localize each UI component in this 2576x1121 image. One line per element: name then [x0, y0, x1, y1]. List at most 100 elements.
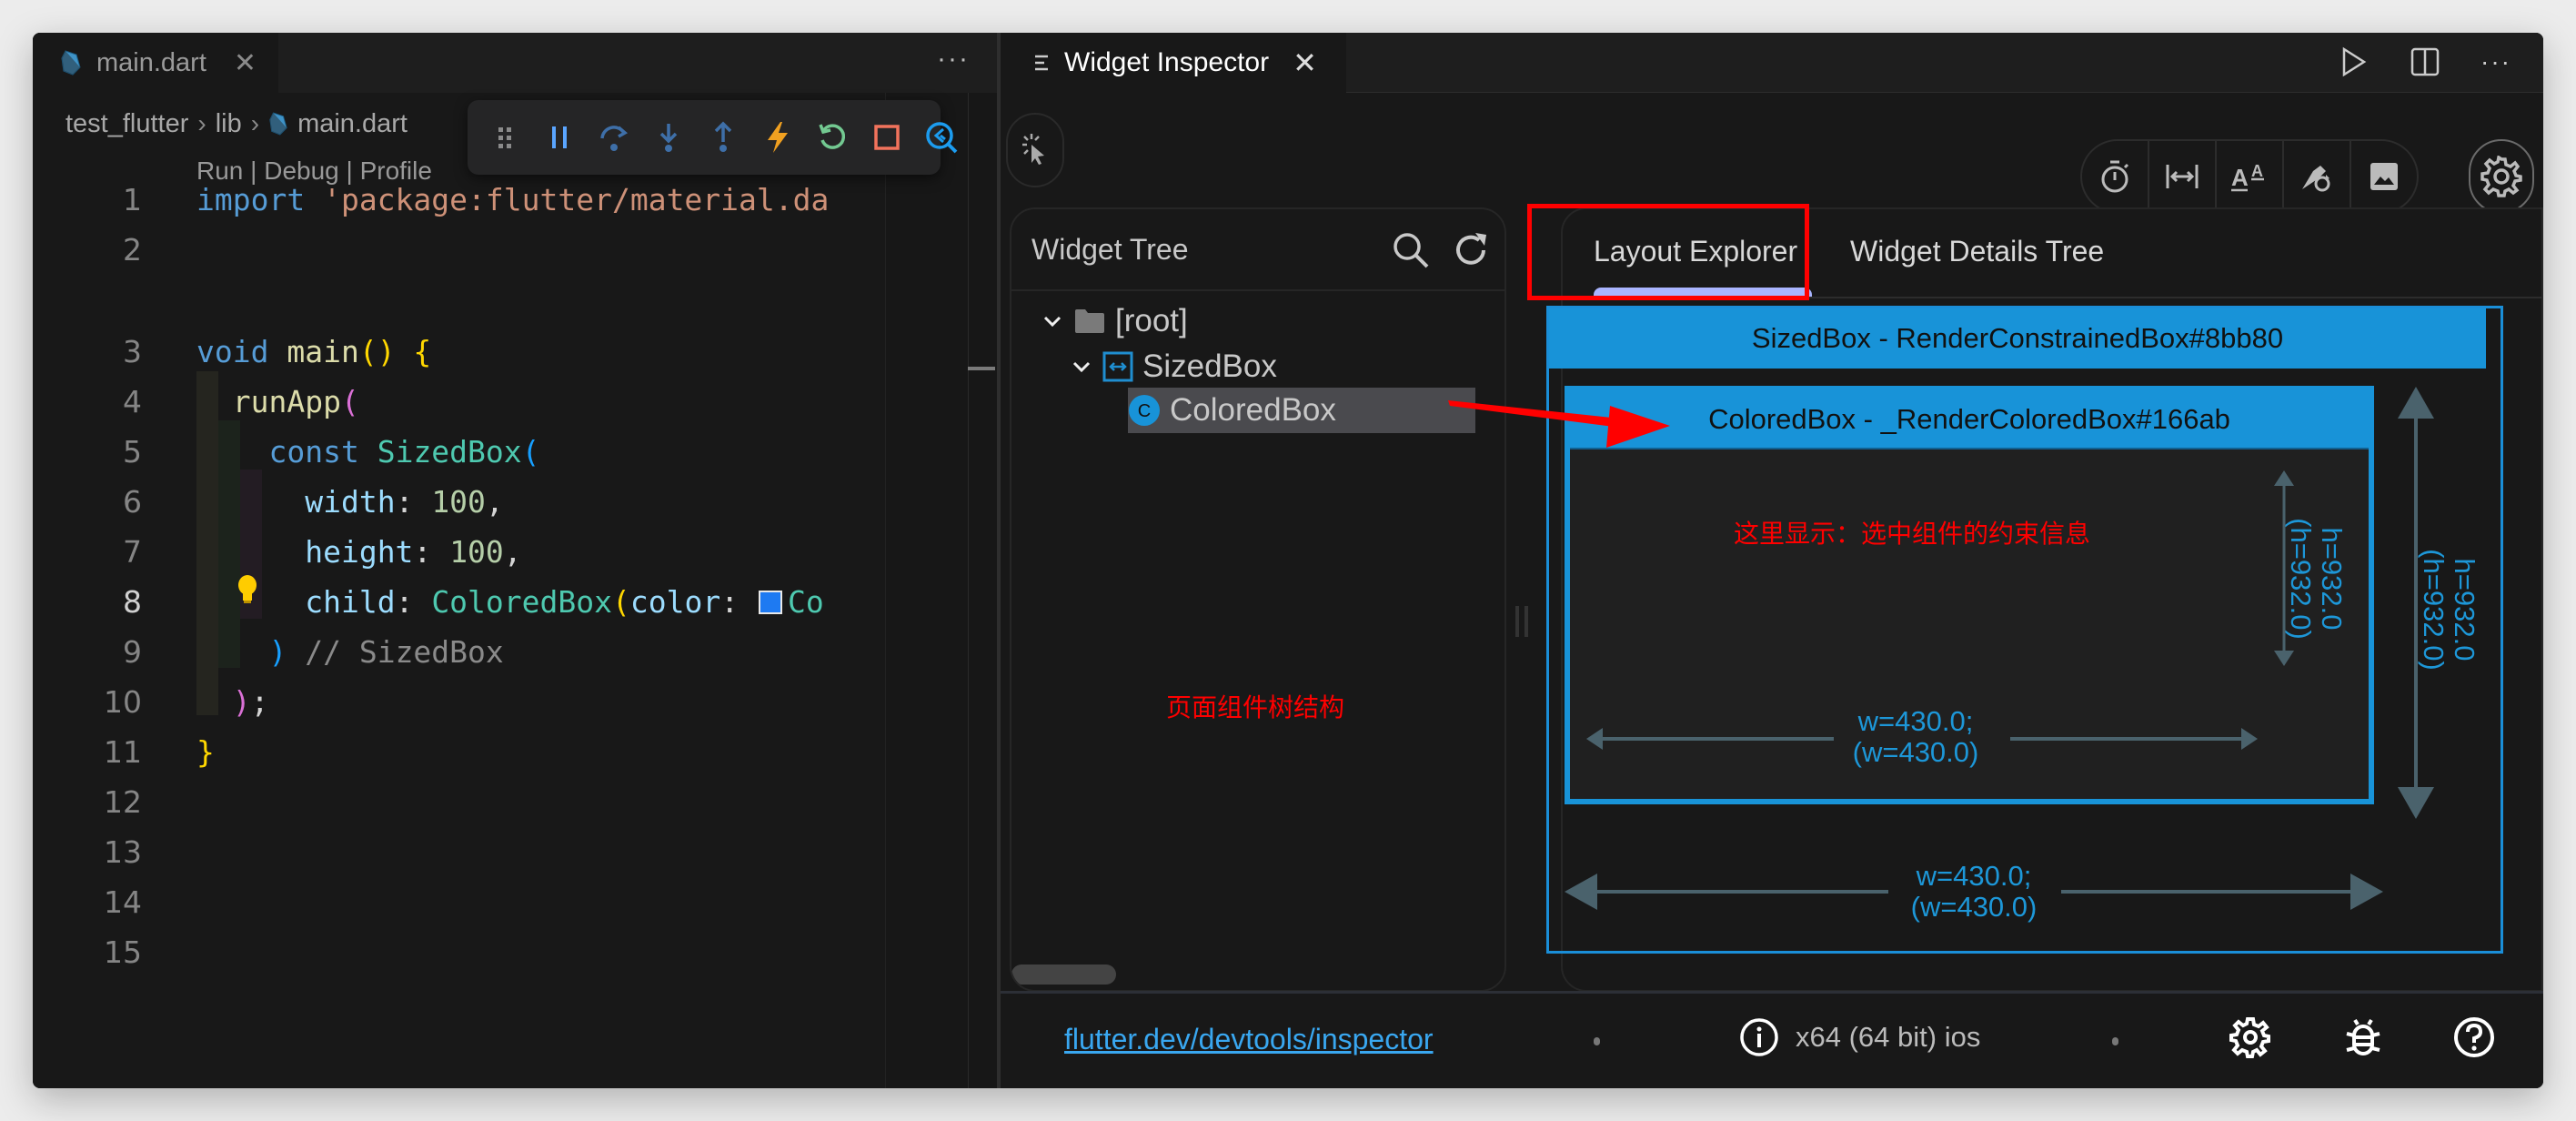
breadcrumb-project[interactable]: test_flutter [65, 109, 188, 139]
line-text: ); [232, 684, 269, 720]
tree-node-sizedbox[interactable]: SizedBox [1070, 344, 1277, 389]
refresh-icon[interactable] [1450, 229, 1492, 271]
line-text: runApp( [232, 384, 359, 419]
restart-icon[interactable] [815, 118, 850, 157]
more-icon[interactable]: ··· [2476, 42, 2516, 82]
info-icon [1740, 1018, 1778, 1056]
tree-node-label: [root] [1115, 303, 1188, 338]
code-line[interactable]: 14 [33, 877, 888, 927]
show-guidelines-icon [2166, 165, 2199, 188]
tree-node-coloredbox[interactable]: C ColoredBox [1128, 388, 1475, 433]
code-line[interactable]: 7 height: 100, [33, 527, 888, 577]
show-baselines-button[interactable]: AA [2217, 141, 2284, 212]
tab-widget-details-tree[interactable]: Widget Details Tree [1850, 235, 2104, 268]
tree-node-root[interactable]: [root] [1041, 298, 1188, 344]
sizedbox-width-label: w=430.0; (w=430.0) [1910, 860, 2038, 923]
line-number: 11 [104, 734, 142, 770]
hot-reload-icon[interactable] [760, 118, 795, 157]
line-number: 13 [104, 834, 142, 870]
code-line[interactable]: 3 void main() { [33, 327, 888, 377]
code-editor: main.dart ✕ ··· test_flutter › lib › mai… [33, 33, 997, 1088]
code-line[interactable]: 4 runApp( [33, 377, 888, 427]
tab-widget-inspector[interactable]: Widget Inspector ✕ [1001, 33, 1346, 93]
code-line[interactable]: 1 import 'package:flutter/material.da [33, 175, 888, 225]
code-line[interactable]: 8 child: ColoredBox(color: Co [33, 577, 888, 627]
chevron-down-icon[interactable] [1070, 355, 1093, 379]
code-line[interactable]: 5 const SizedBox( [33, 427, 888, 477]
show-baselines-icon: AA [2231, 162, 2264, 192]
line-number: 15 [104, 934, 142, 970]
code-line[interactable]: 10 ); [33, 677, 888, 727]
line-number: 3 [123, 334, 142, 369]
horizontal-scrollbar[interactable] [1011, 964, 1116, 985]
coloredbox-layout-label: ColoredBox - _RenderColoredBox#166ab [1570, 391, 2369, 449]
code-line[interactable]: 11} [33, 727, 888, 777]
settings-icon[interactable] [2229, 1015, 2272, 1059]
sizedbox-layout-label[interactable]: SizedBox - RenderConstrainedBox#8bb80 [1549, 308, 2486, 369]
more-actions-icon[interactable]: ··· [937, 44, 970, 75]
highlight-oversized-images-button[interactable] [2351, 141, 2417, 212]
step-into-icon[interactable] [651, 118, 686, 157]
chevron-down-icon[interactable] [1041, 309, 1064, 333]
codelens-run[interactable]: Run [196, 157, 243, 185]
step-over-icon[interactable] [597, 118, 631, 157]
slow-animations-button[interactable] [2082, 141, 2149, 212]
breadcrumb-folder[interactable]: lib [216, 109, 242, 139]
select-widget-icon [1022, 134, 1044, 165]
separator-dot [1594, 1037, 1600, 1045]
step-out-icon[interactable] [706, 118, 740, 157]
breadcrumb-file[interactable]: main.dart [297, 109, 408, 139]
bug-icon[interactable] [2341, 1015, 2385, 1059]
codelens-profile[interactable]: Profile [360, 157, 432, 185]
line-number: 14 [104, 884, 142, 920]
show-guidelines-button[interactable] [2149, 141, 2217, 212]
codelens-debug[interactable]: Debug [264, 157, 339, 185]
widget-tree-title: Widget Tree [1031, 233, 1189, 266]
widget-c-icon: C [1129, 395, 1160, 426]
sizedbox-height-label: h=932.0 (h=932.0) [2418, 549, 2480, 671]
status-bar: flutter.dev/devtools/inspector x64 (64 b… [1001, 994, 2543, 1088]
close-tab-icon[interactable]: ✕ [1293, 45, 1317, 80]
lightbulb-icon[interactable] [235, 573, 260, 606]
open-devtools-icon[interactable] [924, 118, 959, 157]
line-text: child: ColoredBox(color: Co [305, 584, 824, 620]
svg-text:A: A [2231, 164, 2249, 191]
code-line[interactable]: 15 [33, 927, 888, 977]
device-info: x64 (64 bit) ios [1739, 1017, 1980, 1057]
line-number: 8 [123, 584, 142, 620]
editor-scrollbar[interactable] [968, 93, 997, 1088]
code-line[interactable]: 13 [33, 827, 888, 877]
code-line[interactable]: 6 width: 100, [33, 477, 888, 527]
scroll-position-marker [968, 367, 995, 370]
docs-link[interactable]: flutter.dev/devtools/inspector [1064, 1023, 1434, 1056]
image-icon [2370, 163, 2398, 190]
chevron-right-icon: › [197, 109, 206, 137]
code-line[interactable]: 2 [33, 225, 888, 275]
stop-icon[interactable] [870, 118, 904, 157]
list-icon [1035, 55, 1048, 71]
codelens: Run | Debug | Profile [196, 157, 432, 186]
tab-layout-explorer[interactable]: Layout Explorer [1594, 235, 1797, 268]
highlight-repaints-button[interactable] [2284, 141, 2351, 212]
split-editor-icon[interactable] [2405, 42, 2445, 82]
tab-label: main.dart [96, 47, 206, 77]
folder-icon [1075, 309, 1104, 333]
chevron-right-icon: › [250, 109, 260, 137]
pause-icon[interactable] [542, 118, 577, 157]
code-line[interactable]: 9 ) // SizedBox [33, 627, 888, 677]
search-icon[interactable] [1390, 229, 1432, 271]
run-icon[interactable] [2334, 42, 2374, 82]
help-icon[interactable] [2452, 1015, 2496, 1059]
split-drag-handle[interactable] [1515, 606, 1528, 642]
inspector-settings-button[interactable] [2469, 139, 2534, 214]
line-text: width: 100, [305, 484, 504, 520]
details-tabs: Layout Explorer Widget Details Tree [1563, 209, 2541, 298]
drag-handle-icon[interactable] [488, 118, 522, 157]
line-number: 4 [123, 384, 142, 419]
color-swatch[interactable] [758, 590, 782, 614]
code-line[interactable]: 12 [33, 777, 888, 827]
tab-main-dart[interactable]: main.dart ✕ [33, 33, 278, 93]
line-text: height: 100, [305, 534, 522, 570]
close-tab-icon[interactable]: ✕ [234, 47, 257, 79]
select-widget-mode-button[interactable] [1006, 113, 1064, 187]
